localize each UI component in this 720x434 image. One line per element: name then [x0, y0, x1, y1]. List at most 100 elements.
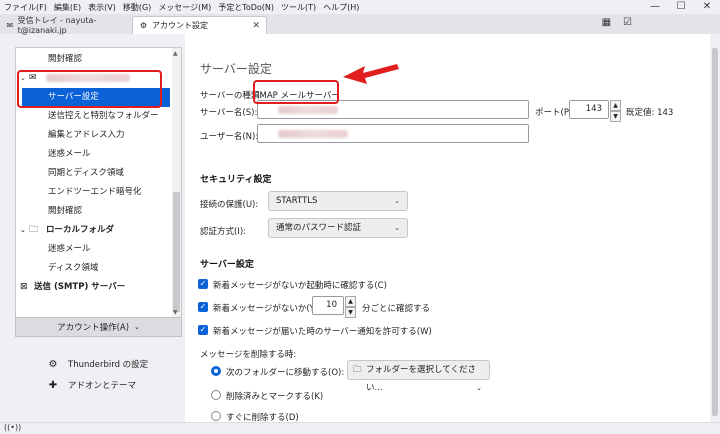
delete-mark-radio[interactable]	[211, 390, 221, 400]
check-interval-stepper[interactable]: ▲ ▼	[345, 296, 356, 318]
page-title: サーバー設定	[200, 62, 272, 76]
port-field[interactable]: 143	[569, 100, 609, 119]
check-startup-label: 新着メッセージがないか起動時に確認する(C)	[213, 281, 387, 291]
tab-bar: ✉ 受信トレイ - nayuta-t@izanaki.jp ⚙ アカウント設定 …	[0, 14, 720, 35]
sidebar-item-read-receipts-2[interactable]: 開封確認	[16, 202, 181, 221]
tab-inbox[interactable]: ✉ 受信トレイ - nayuta-t@izanaki.jp	[0, 16, 132, 35]
auth-method-value: 通常のパスワード認証	[276, 223, 362, 233]
account-actions-label: アカウント操作(A)	[57, 323, 130, 333]
menu-message[interactable]: メッセージ(M)	[158, 2, 211, 13]
scroll-down-icon[interactable]: ▼	[173, 309, 178, 316]
delete-mark-label: 削除済みとマークする(K)	[226, 392, 324, 402]
check-every-checkbox[interactable]: ✓	[198, 302, 208, 312]
check-interval-field[interactable]: 10	[312, 296, 344, 315]
chevron-down-icon: ⌄	[394, 224, 400, 232]
user-name-redacted	[278, 130, 348, 138]
tab-tools: ▦ ☑	[602, 17, 632, 28]
sidebar-item-e2e[interactable]: エンドツーエンド暗号化	[16, 183, 181, 202]
auth-method-select[interactable]: 通常のパスワード認証 ⌄	[268, 218, 408, 238]
local-folders-label: ローカルフォルダ	[46, 225, 115, 235]
annotation-arrow-icon	[343, 64, 399, 84]
online-status-icon[interactable]: ((•))	[4, 423, 21, 432]
sidebar-scrollbar[interactable]: ▲ ▼	[172, 48, 181, 318]
chevron-down-icon: ⌄	[134, 323, 140, 331]
tab-inbox-label: 受信トレイ - nayuta-t@izanaki.jp	[17, 16, 97, 35]
menu-file[interactable]: ファイル(F)	[4, 2, 47, 13]
menu-edit[interactable]: 編集(E)	[54, 2, 81, 13]
delete-move-label: 次のフォルダーに移動する(O):	[226, 368, 345, 378]
gear-icon: ⚙	[48, 358, 58, 370]
highlight-box-sidebar	[17, 70, 162, 108]
scroll-up-icon[interactable]: ▲	[173, 50, 178, 57]
sidebar-item-local-disk[interactable]: ディスク領域	[16, 259, 181, 278]
chevron-down-icon[interactable]: ▼	[610, 111, 621, 122]
user-name-label: ユーザー名(N):	[200, 132, 259, 142]
menu-events[interactable]: 予定とToDo(N)	[218, 2, 274, 13]
main-scroll-thumb[interactable]	[712, 48, 718, 416]
connection-security-value: STARTTLS	[276, 196, 318, 206]
minimize-button[interactable]: —	[642, 0, 668, 14]
outgoing-server-icon: ⊠	[20, 282, 28, 292]
status-bar: ((•))	[0, 422, 720, 434]
addons-link[interactable]: ✚ アドオンとテーマ	[46, 379, 137, 392]
delete-move-radio[interactable]	[211, 366, 221, 376]
thunderbird-settings-link[interactable]: ⚙ Thunderbird の設定	[46, 358, 149, 371]
smtp-label: 送信 (SMTP) サーバー	[34, 282, 126, 292]
allow-notify-checkbox[interactable]: ✓	[198, 325, 208, 335]
inbox-icon: ✉	[6, 20, 14, 30]
puzzle-icon: ✚	[48, 379, 58, 391]
chevron-down-icon[interactable]: ▼	[345, 307, 356, 318]
chevron-down-icon[interactable]: ⌄	[20, 221, 26, 240]
server-name-label: サーバー名(S):	[200, 108, 258, 118]
menubar: ファイル(F) 編集(E) 表示(V) 移動(G) メッセージ(M) 予定とTo…	[0, 0, 720, 14]
sidebar-item-sync[interactable]: 同期とディスク領域	[16, 164, 181, 183]
auth-method-label: 認証方式(I):	[200, 227, 247, 237]
allow-notify-label: 新着メッセージが届いた時のサーバー通知を許可する(W)	[213, 327, 432, 337]
chevron-up-icon[interactable]: ▲	[345, 296, 356, 307]
trash-folder-value: フォルダーを選択してください...	[366, 365, 476, 393]
trash-folder-select[interactable]: 🗀 フォルダーを選択してください... ⌄	[347, 360, 490, 393]
sidebar-scroll-thumb[interactable]	[173, 192, 180, 312]
calendar-icon[interactable]: ▦	[602, 17, 611, 28]
check-every-suffix: 分ごとに確認する	[362, 304, 431, 314]
main-scrollbar[interactable]	[710, 34, 720, 422]
highlight-box-server-type	[253, 80, 339, 104]
maximize-button[interactable]: ☐	[668, 0, 694, 14]
on-delete-label: メッセージを削除する時:	[200, 350, 297, 360]
user-name-field[interactable]	[257, 124, 529, 143]
addons-label: アドオンとテーマ	[68, 381, 137, 391]
chevron-down-icon: ⌄	[394, 197, 400, 205]
sidebar-item-composition[interactable]: 編集とアドレス入力	[16, 126, 181, 145]
server-heading: サーバー設定	[200, 260, 254, 270]
tab-settings-label: アカウント設定	[152, 21, 208, 30]
tasks-icon[interactable]: ☑	[623, 17, 632, 28]
thunderbird-settings-label: Thunderbird の設定	[68, 360, 149, 370]
server-name-redacted	[278, 106, 338, 114]
connection-security-select[interactable]: STARTTLS ⌄	[268, 191, 408, 211]
menu-help[interactable]: ヘルプ(H)	[323, 2, 359, 13]
close-tab-icon[interactable]: ✕	[252, 21, 260, 31]
sidebar-item-junk[interactable]: 迷惑メール	[16, 145, 181, 164]
tab-account-settings[interactable]: ⚙ アカウント設定 ✕	[132, 16, 267, 34]
menu-tools[interactable]: ツール(T)	[281, 2, 316, 13]
security-heading: セキュリティ設定	[200, 175, 272, 185]
check-startup-checkbox[interactable]: ✓	[198, 279, 208, 289]
sidebar-item-local-junk[interactable]: 迷惑メール	[16, 240, 181, 259]
sidebar-smtp[interactable]: ⊠ 送信 (SMTP) サーバー	[16, 278, 181, 297]
default-port-label: 既定値: 143	[626, 108, 674, 118]
chevron-down-icon: ⌄	[476, 384, 482, 392]
sidebar-local-folders[interactable]: ⌄ 🗀 ローカルフォルダ	[16, 221, 181, 240]
menu-view[interactable]: 表示(V)	[88, 2, 116, 13]
chevron-up-icon[interactable]: ▲	[610, 100, 621, 111]
menu-go[interactable]: 移動(G)	[123, 2, 151, 13]
account-actions-button[interactable]: アカウント操作(A) ⌄	[15, 317, 182, 337]
check-every-label: 新着メッセージがないか(Y)	[213, 304, 319, 314]
folder-icon: 🗀	[353, 365, 362, 375]
sidebar-item-copies-folders[interactable]: 送信控えと特別なフォルダー	[16, 107, 181, 126]
settings-tab-icon: ⚙	[139, 21, 148, 30]
close-window-button[interactable]: ✕	[694, 0, 720, 14]
sidebar-item-read-receipts[interactable]: 開封確認	[16, 50, 181, 69]
port-stepper[interactable]: ▲ ▼	[610, 100, 621, 122]
delete-now-radio[interactable]	[211, 411, 221, 421]
window-controls: — ☐ ✕	[642, 0, 720, 14]
